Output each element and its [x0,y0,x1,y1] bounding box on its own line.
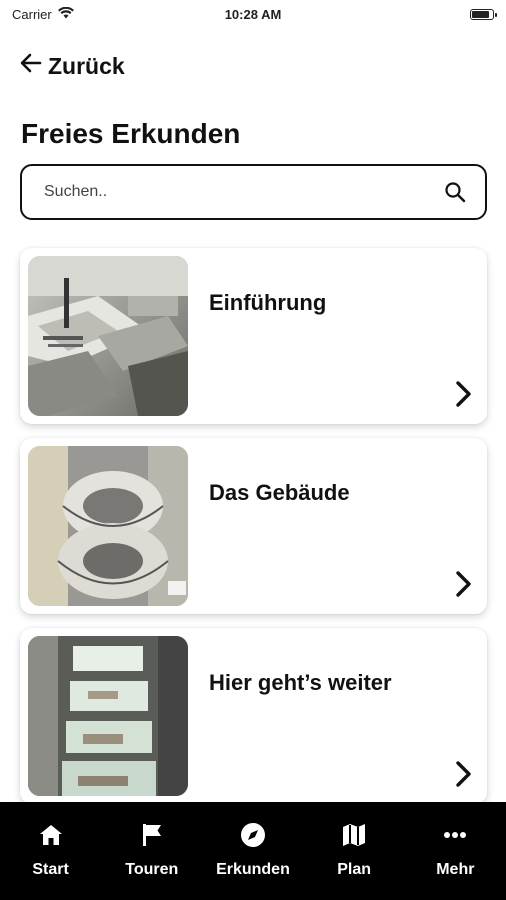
tab-label: Erkunden [216,861,290,878]
card-title: Hier geht’s weiter [209,670,392,695]
status-bar: Carrier 10:28 AM [0,0,506,28]
tab-plan[interactable]: Plan [304,822,404,879]
glass-floor-photo [28,636,188,796]
historical-aerial-photo [28,256,188,416]
home-icon [38,822,64,848]
status-time: 10:28 AM [224,6,282,22]
card-title: Das Gebäude [209,480,350,505]
tab-label: Mehr [436,861,475,878]
tab-touren[interactable]: Touren [102,822,202,879]
compass-icon [240,822,266,848]
card-title: Einführung [209,290,327,315]
flag-icon [139,822,165,848]
page-title: Freies Erkunden [21,118,241,149]
tab-label: Plan [337,861,372,878]
tab-bar: Start Touren Erkunden Plan Mehr [0,802,506,900]
tab-label: Start [32,861,69,878]
card-einfuehrung[interactable]: Einführung [20,248,487,424]
search-input[interactable] [44,183,424,201]
card-das-gebaeude[interactable]: Das Gebäude [20,438,487,614]
spiral-staircase-photo [28,446,188,606]
tab-erkunden[interactable]: Erkunden [203,822,303,879]
more-icon [442,822,468,848]
map-icon [341,822,367,848]
chevron-right-icon [451,378,475,410]
arrow-left-icon [18,50,44,82]
app-screen: Carrier 10:28 AM Zurück Freies Erkunden [0,0,506,900]
back-button[interactable]: Zurück [18,50,125,82]
battery-icon [470,8,497,20]
chevron-right-icon [451,568,475,600]
card-list: Einführung Das Gebäude Hier geht’s weite… [20,248,487,818]
tab-start[interactable]: Start [1,822,101,879]
chevron-right-icon [451,758,475,790]
card-hier-gehts-weiter[interactable]: Hier geht’s weiter [20,628,487,804]
search-bar [20,164,487,220]
tab-mehr[interactable]: Mehr [405,822,505,879]
back-label: Zurück [48,52,125,79]
search-icon[interactable] [443,180,467,204]
tab-label: Touren [125,861,179,878]
